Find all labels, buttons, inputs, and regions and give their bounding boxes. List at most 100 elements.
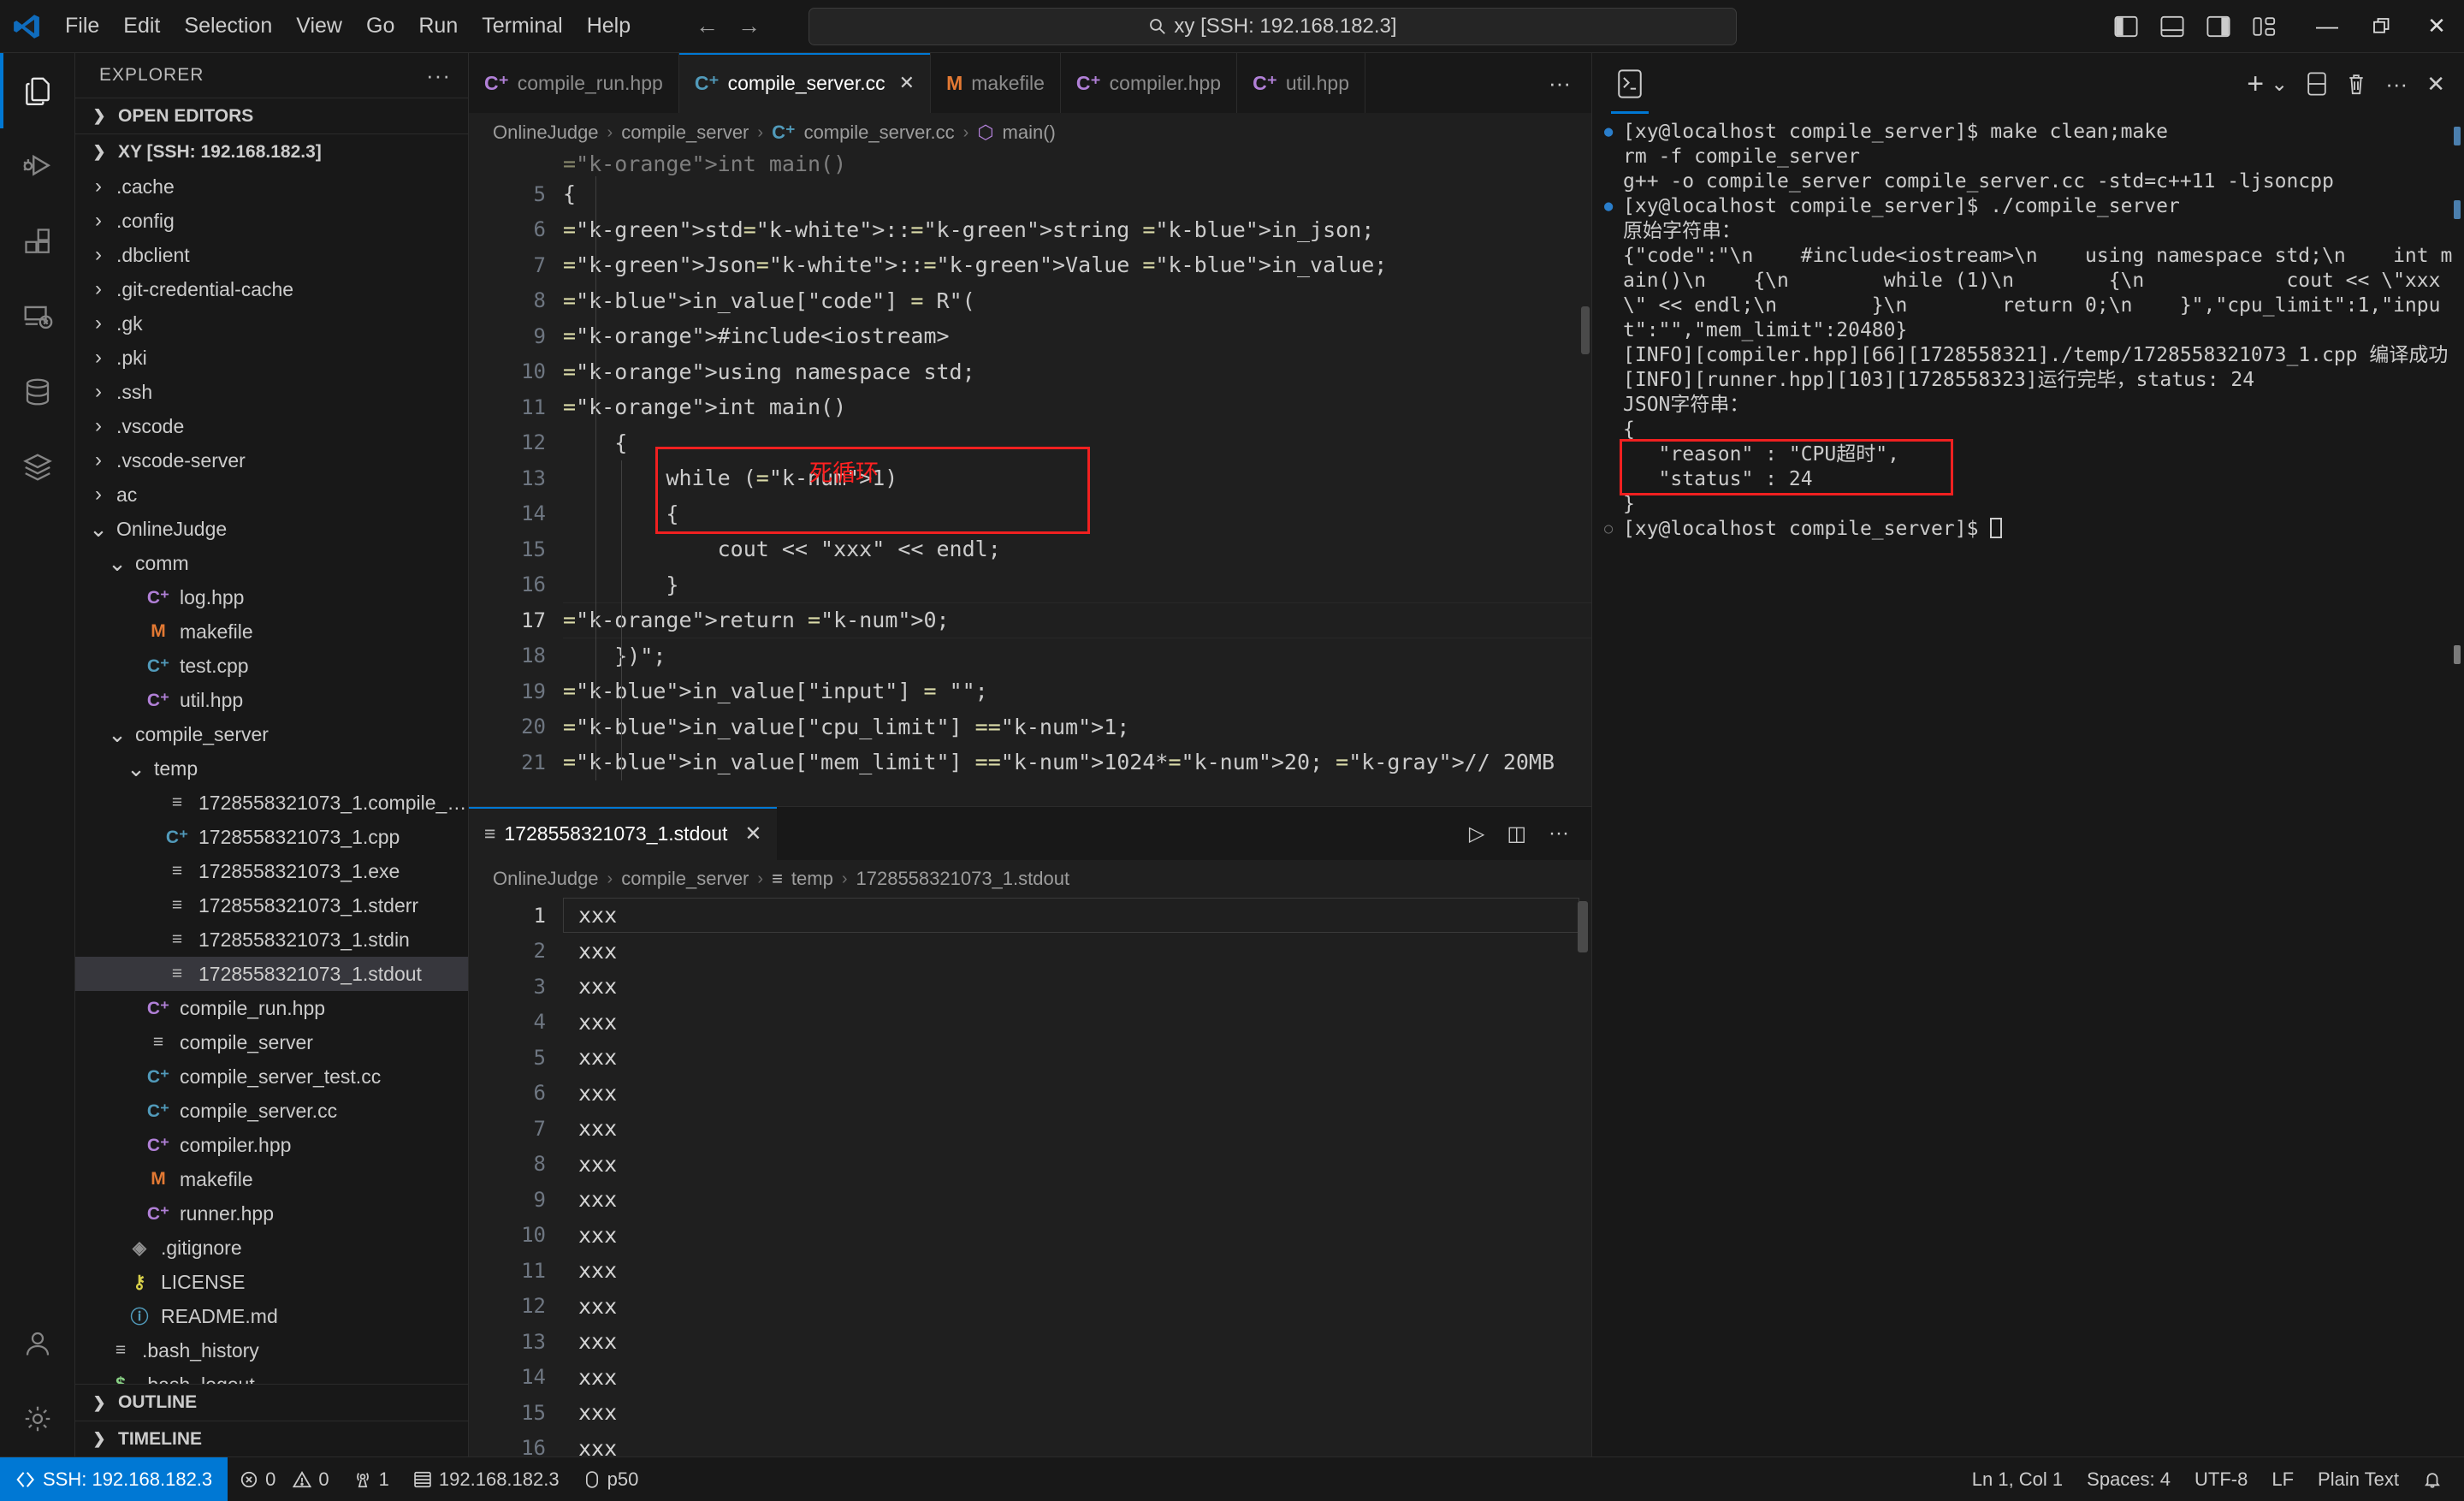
code-line[interactable]: = "k-orange">using namespace std; <box>563 354 1591 390</box>
terminal-output[interactable]: ● [xy@localhost compile_server]$ make cle… <box>1592 115 2464 1457</box>
menu-selection[interactable]: Selection <box>172 10 284 42</box>
code-line[interactable]: while (= "k-num">1) <box>563 460 1591 496</box>
kill-terminal-icon[interactable] <box>2346 72 2366 96</box>
status-eol[interactable]: LF <box>2260 1457 2306 1501</box>
status-remote-indicator[interactable]: SSH: 192.168.182.3 <box>0 1457 228 1501</box>
tree-folder[interactable]: ⌄ OnlineJudge <box>75 512 468 546</box>
status-ports[interactable]: 1 <box>341 1457 401 1501</box>
tab-stdout[interactable]: ≡ 1728558321073_1.stdout ✕ <box>469 807 778 860</box>
code-line[interactable]: = "k-orange">int main() <box>563 389 1591 425</box>
tree-file[interactable]: C⁺ util.hpp <box>75 683 468 717</box>
activity-run-debug-icon[interactable] <box>0 128 75 204</box>
tree-folder[interactable]: ⌄ comm <box>75 546 468 580</box>
status-language-mode[interactable]: Plain Text <box>2306 1457 2411 1501</box>
breadcrumb-item[interactable]: OnlineJudge <box>493 122 599 144</box>
code-line[interactable]: = "k-orange">#include<iostream> <box>563 318 1591 354</box>
tree-folder[interactable]: › .ssh <box>75 375 468 409</box>
tree-file[interactable]: $ .bash_logout <box>75 1368 468 1385</box>
activity-account-icon[interactable] <box>0 1306 75 1381</box>
activity-remote-explorer-icon[interactable] <box>0 279 75 354</box>
code-line[interactable]: { <box>563 425 1591 461</box>
breadcrumb[interactable]: OnlineJudge › compile_server › C⁺ compile_ser… <box>469 113 1591 152</box>
tree-folder[interactable]: › .vscode-server <box>75 443 468 478</box>
toggle-primary-sidebar-icon[interactable] <box>2108 9 2144 44</box>
tree-folder[interactable]: › ac <box>75 478 468 512</box>
code-line[interactable]: })"; <box>563 638 1591 674</box>
stdout-line[interactable]: xxx <box>563 969 1591 1005</box>
code-line[interactable]: = "k-green">std = "k-white">:: = "k-green">st… <box>563 212 1591 248</box>
tree-file[interactable]: C⁺ compile_server.cc <box>75 1094 468 1128</box>
menu-go[interactable]: Go <box>354 10 406 42</box>
split-terminal-icon[interactable] <box>2307 72 2327 96</box>
close-button[interactable]: ✕ <box>2409 0 2464 53</box>
editor-tab-util-hpp[interactable]: C⁺ util.hpp <box>1237 53 1365 113</box>
tree-file[interactable]: C⁺ test.cpp <box>75 649 468 683</box>
maximize-restore-button[interactable] <box>2354 0 2409 53</box>
stdout-breadcrumb[interactable]: OnlineJudge › compile_server › ≡ temp › 1728558… <box>469 860 1591 898</box>
tree-file[interactable]: ◈ .gitignore <box>75 1231 468 1265</box>
code-editor[interactable]: 456789101112131415161718192021 ="k-orang… <box>469 152 1591 806</box>
forward-icon[interactable]: → <box>737 13 761 39</box>
tree-folder[interactable]: › .git-credential-cache <box>75 272 468 306</box>
tree-file[interactable]: ≡ 1728558321073_1.compile_error <box>75 786 468 820</box>
stdout-line[interactable]: xxx <box>563 934 1591 970</box>
tree-folder[interactable]: ⌄ temp <box>75 751 468 786</box>
stdout-line[interactable]: xxx <box>563 1431 1591 1457</box>
section-timeline[interactable]: ❯ TIMELINE <box>75 1421 468 1457</box>
stdout-breadcrumb-item[interactable]: temp <box>791 868 833 890</box>
tree-file[interactable]: C⁺ 1728558321073_1.cpp <box>75 820 468 854</box>
tree-file[interactable]: ≡ 1728558321073_1.exe <box>75 854 468 888</box>
explorer-more-actions-icon[interactable]: ··· <box>426 62 451 89</box>
tree-file[interactable]: C⁺ compile_server_test.cc <box>75 1059 468 1094</box>
stdout-line[interactable]: xxx <box>563 1005 1591 1041</box>
stdout-line[interactable]: xxx <box>563 1111 1591 1147</box>
menu-terminal[interactable]: Terminal <box>470 10 574 42</box>
menu-view[interactable]: View <box>284 10 354 42</box>
tree-folder[interactable]: ⌄ compile_server <box>75 717 468 751</box>
stdout-line[interactable]: xxx <box>563 1253 1591 1289</box>
editor-tabs[interactable]: C⁺ compile_run.hpp C⁺ compile_server.cc ✕ Mma… <box>469 53 1591 113</box>
stdout-line[interactable]: xxx <box>563 1289 1591 1325</box>
code-line[interactable]: { <box>563 496 1591 532</box>
status-cursor-position[interactable]: Ln 1, Col 1 <box>1960 1457 2075 1501</box>
customize-layout-icon[interactable] <box>2247 9 2283 44</box>
stdout-content[interactable]: xxx xxx xxx xxx xxx xxx xxx xxx xxx xxx xxx xxx xxx x… <box>563 898 1591 1457</box>
editor-tabs-more-icon[interactable]: ··· <box>1528 53 1591 113</box>
status-profile[interactable]: p50 <box>572 1457 651 1501</box>
breadcrumb-item[interactable]: main() <box>1003 122 1056 144</box>
menu-run[interactable]: Run <box>406 10 470 42</box>
stdout-scrollbar[interactable] <box>1578 901 1588 952</box>
status-encoding[interactable]: UTF-8 <box>2183 1457 2260 1501</box>
more-actions-icon[interactable]: ··· <box>1549 822 1569 845</box>
activity-explorer-icon[interactable] <box>0 53 75 128</box>
editor-tab-compile-server-cc[interactable]: C⁺ compile_server.cc ✕ <box>678 53 932 113</box>
code-line[interactable]: = "k-blue">in_value["mem_limit"] = = "k-nu… <box>563 745 1591 780</box>
stdout-tabs[interactable]: ≡ 1728558321073_1.stdout ✕ ▷ ◫ ··· <box>469 807 1591 860</box>
code-line[interactable]: = "k-blue">in_value["cpu_limit"] = = "k-nu… <box>563 709 1591 745</box>
tree-folder[interactable]: › .dbclient <box>75 238 468 272</box>
editor-tab-makefile[interactable]: Mmakefile <box>931 53 1061 113</box>
run-icon[interactable]: ▷ <box>1469 822 1484 846</box>
stdout-breadcrumb-item[interactable]: 1728558321073_1.stdout <box>856 868 1070 890</box>
code-line[interactable]: = "k-orange">int main() <box>563 152 1591 176</box>
terminal-close-icon[interactable]: ✕ <box>2426 71 2445 98</box>
breadcrumb-item[interactable]: compile_server <box>621 122 749 144</box>
stdout-breadcrumb-item[interactable]: compile_server <box>621 868 749 890</box>
code-line[interactable]: cout << "xxx" << endl; <box>563 531 1591 567</box>
command-center[interactable]: xy [SSH: 192.168.182.3] <box>808 7 1737 45</box>
code-line[interactable]: = "k-blue">in_value["input"] = ""; <box>563 673 1591 709</box>
editor-scrollbar[interactable] <box>1581 306 1590 354</box>
toggle-secondary-sidebar-icon[interactable] <box>2200 9 2236 44</box>
code-line[interactable]: } <box>563 567 1591 603</box>
code-line[interactable]: = "k-blue">in_value["code"] = R"( <box>563 283 1591 319</box>
section-workspace-root[interactable]: ❯ XY [SSH: 192.168.182.3] <box>75 133 468 169</box>
status-problems[interactable]: 0 0 <box>228 1457 341 1501</box>
tree-file[interactable]: ≡ compile_server <box>75 1025 468 1059</box>
toggle-panel-icon[interactable] <box>2154 9 2190 44</box>
tree-file[interactable]: Mmakefile <box>75 614 468 649</box>
chevron-down-icon[interactable]: ⌄ <box>2271 72 2288 97</box>
tree-file[interactable]: ≡ 1728558321073_1.stderr <box>75 888 468 923</box>
close-icon[interactable]: ✕ <box>744 822 761 846</box>
stdout-breadcrumb-item[interactable]: OnlineJudge <box>493 868 599 890</box>
tree-file[interactable]: ⓘ README.md <box>75 1299 468 1333</box>
